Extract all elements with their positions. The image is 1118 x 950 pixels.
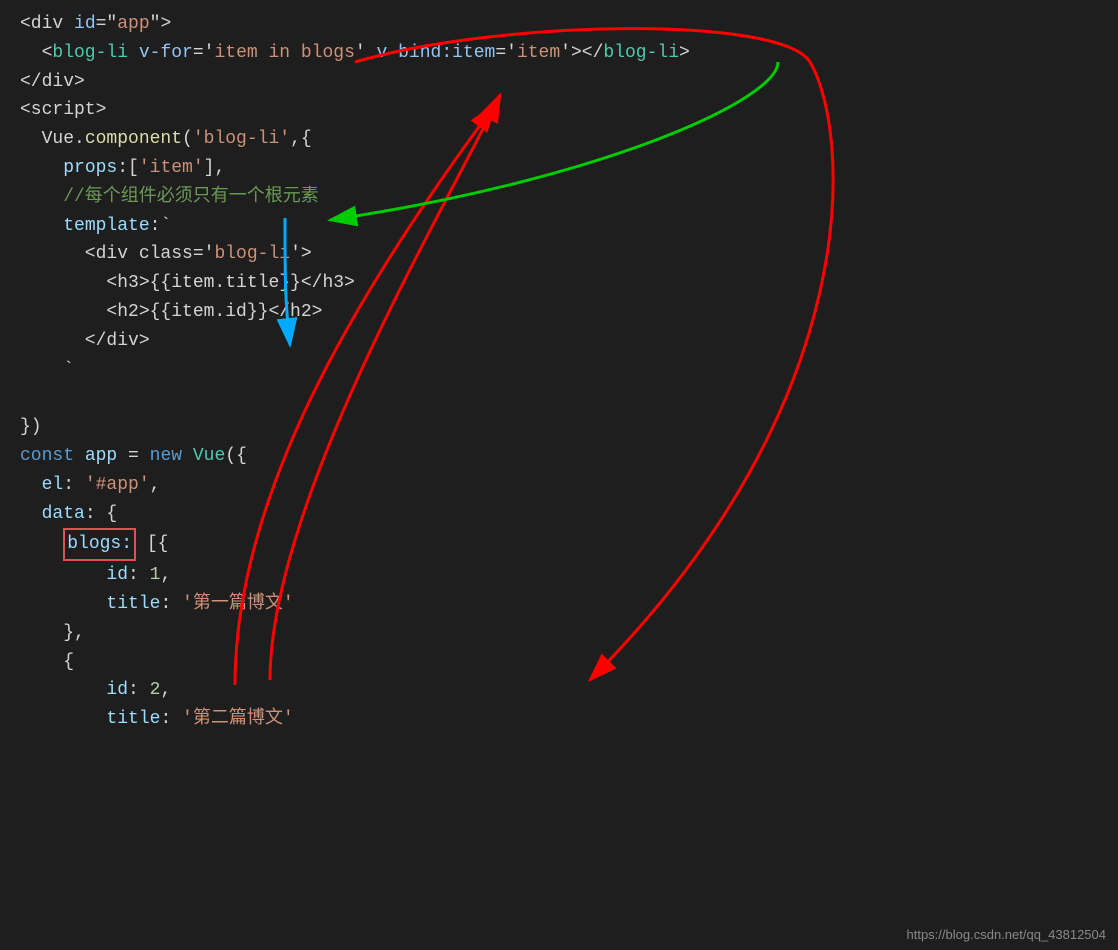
code-line-10: <h3>{{item.title}}</h3> xyxy=(20,269,1098,298)
code-line-3: </div> xyxy=(20,68,1098,97)
code-line-25: title: '第二篇博文' xyxy=(20,705,1098,734)
code-line-22: }, xyxy=(20,619,1098,648)
code-line-21: title: '第一篇博文' xyxy=(20,590,1098,619)
code-line-1: <div id="app"> xyxy=(20,10,1098,39)
code-line-16: const app = new Vue({ xyxy=(20,442,1098,471)
code-line-18: data: { xyxy=(20,500,1098,529)
code-line-19: blogs: [{ xyxy=(20,528,1098,561)
code-line-12: </div> xyxy=(20,327,1098,356)
code-line-23: { xyxy=(20,648,1098,677)
code-line-15: }) xyxy=(20,413,1098,442)
code-line-7: //每个组件必须只有一个根元素 xyxy=(20,183,1098,212)
code-line-14 xyxy=(20,384,1098,413)
code-line-13: ` xyxy=(20,356,1098,385)
code-line-8: template:` xyxy=(20,212,1098,241)
code-line-17: el: '#app', xyxy=(20,471,1098,500)
code-line-6: props:['item'], xyxy=(20,154,1098,183)
code-line-20: id: 1, xyxy=(20,561,1098,590)
code-line-5: Vue.component('blog-li',{ xyxy=(20,125,1098,154)
watermark: https://blog.csdn.net/qq_43812504 xyxy=(907,927,1107,942)
code-editor: <div id="app"> <blog-li v-for='item in b… xyxy=(0,0,1118,744)
code-line-9: <div class='blog-li'> xyxy=(20,240,1098,269)
blogs-highlight: blogs: xyxy=(63,528,136,561)
code-line-11: <h2>{{item.id}}</h2> xyxy=(20,298,1098,327)
code-line-2: <blog-li v-for='item in blogs' v-bind:it… xyxy=(20,39,1098,68)
code-line-4: <script> xyxy=(20,96,1098,125)
code-line-24: id: 2, xyxy=(20,676,1098,705)
